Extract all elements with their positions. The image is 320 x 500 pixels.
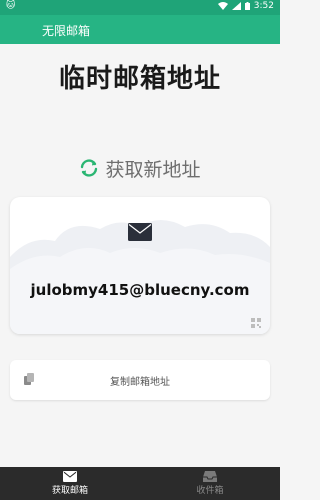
refresh-icon [81, 159, 98, 177]
status-notification-icon: 🐱 [6, 1, 16, 11]
email-card: julobmy415@bluecny.com [10, 197, 270, 334]
nav-get-email-label: 获取邮箱 [51, 486, 88, 496]
battery-icon [244, 2, 250, 10]
envelope-icon [128, 223, 152, 241]
signal-icon [231, 2, 241, 10]
bottom-nav: 获取邮箱 收件箱 [0, 467, 280, 500]
inbox-icon [203, 471, 217, 482]
wifi-icon [217, 2, 228, 10]
cloud-background [10, 220, 270, 334]
nav-inbox-label: 收件箱 [196, 486, 224, 496]
email-address[interactable]: julobmy415@bluecny.com [10, 281, 270, 299]
envelope-icon [63, 471, 77, 482]
get-new-address-label: 获取新地址 [105, 158, 201, 181]
app-bar: 无限邮箱 [0, 15, 280, 44]
page-title: 临时邮箱地址 [58, 64, 221, 94]
get-new-address-button[interactable]: 获取新地址 [0, 154, 280, 182]
status-bar: 🐱 3:52 [0, 0, 280, 15]
copy-email-label: 复制邮箱地址 [110, 377, 170, 388]
qr-code-icon[interactable] [251, 318, 261, 328]
status-time: 3:52 [253, 1, 274, 11]
status-right-cluster: 3:52 [217, 1, 274, 11]
copy-email-button[interactable]: 复制邮箱地址 [10, 360, 270, 400]
nav-inbox[interactable]: 收件箱 [140, 467, 280, 500]
nav-get-email[interactable]: 获取邮箱 [0, 467, 140, 500]
app-title: 无限邮箱 [42, 24, 91, 38]
